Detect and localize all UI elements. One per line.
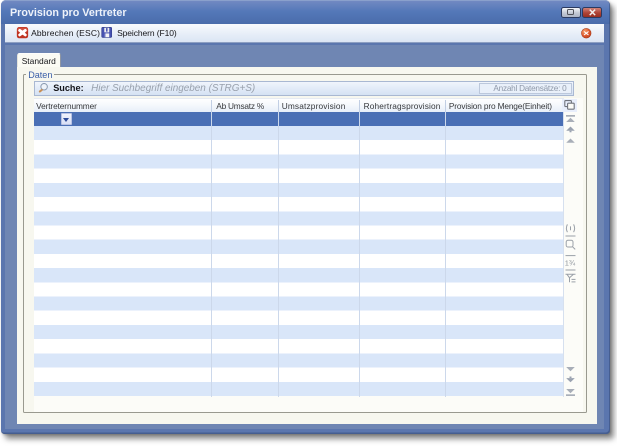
svg-text:1¾: 1¾ — [564, 258, 575, 267]
